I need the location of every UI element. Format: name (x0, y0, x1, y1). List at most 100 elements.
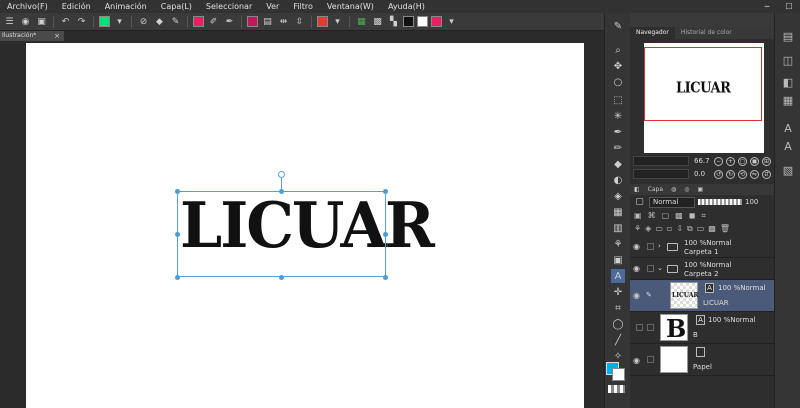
eraser-icon[interactable]: ◆ (611, 157, 625, 171)
zoom-slider[interactable] (633, 156, 689, 166)
new-vector-layer-icon[interactable]: ◈ (645, 224, 651, 233)
mirror-icon[interactable]: ⇳ (293, 15, 306, 28)
fill-icon[interactable]: ◈ (611, 189, 625, 203)
handle-top-mid[interactable] (279, 189, 284, 194)
copy-icon[interactable]: ▭ (697, 224, 705, 233)
tab-ilustracion[interactable]: Ilustración* × (0, 31, 64, 41)
pen-tool-icon[interactable]: ✎ (611, 19, 625, 33)
grid-icon[interactable]: ▦ (611, 205, 625, 219)
eyedropper-icon[interactable]: ✒ (611, 125, 625, 139)
lock-toggle[interactable] (636, 324, 643, 331)
layer-color-icon[interactable]: ▢ (633, 196, 646, 209)
merge-icon[interactable]: ⇩ (676, 224, 683, 233)
magic-wand-icon[interactable]: ✳ (611, 109, 625, 123)
menu-seleccionar[interactable]: Seleccionar (199, 0, 259, 13)
transparent-color-swatch[interactable] (608, 385, 625, 393)
opacity-slider[interactable] (698, 199, 742, 205)
eye-icon[interactable]: ◉ (633, 242, 640, 251)
rotation-slider[interactable] (633, 169, 689, 179)
layer-row-carpeta-1[interactable]: ◉ › 100 %Normal Carpeta 1 (630, 236, 774, 258)
color-swatch-black[interactable] (403, 16, 414, 27)
lock-toggle[interactable] (647, 243, 654, 250)
redo-icon[interactable]: ↷ (75, 15, 88, 28)
mask-icon[interactable]: ◼ (689, 211, 696, 220)
chevron-down-icon[interactable]: ▾ (113, 15, 126, 28)
handle-mid-right[interactable] (383, 232, 388, 237)
reset-rotation-icon[interactable]: ⟲ (738, 170, 747, 179)
pen-icon[interactable]: ✒ (223, 15, 236, 28)
fit-icon[interactable]: ◻ (738, 157, 747, 166)
app-icon[interactable]: ◉ (19, 15, 32, 28)
color-swatch-magenta[interactable] (431, 16, 442, 27)
gallery-icon[interactable]: ▧ (781, 163, 795, 177)
maximize-icon[interactable]: ☐ (778, 2, 800, 11)
tab-capa[interactable]: Capa (644, 186, 667, 193)
layer-color-icon[interactable] (247, 16, 258, 27)
menu-filtro[interactable]: Filtro (286, 0, 320, 13)
eye-icon[interactable]: ◉ (633, 264, 640, 273)
zoom-icon[interactable]: ⌕ (611, 43, 625, 57)
color-swatch-green[interactable] (99, 16, 110, 27)
text-style-icon[interactable]: A (781, 121, 795, 135)
layer-tab-icon[interactable]: ◧ (630, 186, 644, 193)
clear-icon[interactable]: ⊘ (137, 15, 150, 28)
menu-ayuda[interactable]: Ayuda(H) (381, 0, 432, 13)
hamburger-icon[interactable]: ☰ (3, 15, 16, 28)
search-layer-icon[interactable]: ◎ (680, 186, 693, 193)
layer-row-carpeta-2[interactable]: ◉ ⌄ 100 %Normal Carpeta 2 (630, 258, 774, 280)
circle-icon[interactable]: ○ (611, 75, 625, 89)
clip-icon[interactable]: ▣ (634, 211, 642, 220)
eye-icon[interactable]: ◉ (633, 356, 640, 365)
new-layer-icon[interactable]: ▫ (667, 224, 672, 233)
ruler-icon[interactable]: ⌗ (611, 301, 625, 315)
gradient-icon[interactable]: ▣ (611, 253, 625, 267)
chevron-down-icon[interactable]: ▾ (445, 15, 458, 28)
lock-toggle[interactable] (647, 356, 654, 363)
menu-edicion[interactable]: Edición (55, 0, 98, 13)
menu-archivo[interactable]: Archivo(F) (0, 0, 55, 13)
close-icon[interactable]: × (54, 31, 60, 41)
handle-bottom-mid[interactable] (279, 275, 284, 280)
lock-icon[interactable]: ▢ (662, 211, 670, 220)
marquee-icon[interactable]: ⬚ (611, 93, 625, 107)
sub-color-swatch[interactable] (612, 368, 625, 381)
mask-add-icon[interactable]: ▩ (708, 224, 716, 233)
figure-icon[interactable]: ▥ (611, 221, 625, 235)
handle-bottom-left[interactable] (175, 275, 180, 280)
menu-animacion[interactable]: Animación (98, 0, 154, 13)
flip-v-icon[interactable]: ⇵ (762, 170, 771, 179)
handle-mid-left[interactable] (175, 232, 180, 237)
handle-top-right[interactable] (383, 189, 388, 194)
line-icon[interactable]: ╱ (611, 333, 625, 347)
balloon-icon[interactable]: ◯ (611, 317, 625, 331)
file-icon[interactable]: ▣ (35, 15, 48, 28)
color-swatch-red[interactable] (317, 16, 328, 27)
correction-icon[interactable]: ✧ (611, 349, 625, 363)
green-layer-icon[interactable]: ▦ (355, 15, 368, 28)
material-icon[interactable]: ◫ (781, 53, 795, 67)
chevron-down-icon[interactable]: ⌄ (657, 264, 663, 272)
blend-mode-select[interactable]: Normal (649, 196, 695, 208)
rotate-handle[interactable] (278, 171, 285, 178)
decoration-icon[interactable]: ⚘ (611, 237, 625, 251)
menu-ventana[interactable]: Ventana(W) (320, 0, 381, 13)
reset-zoom-icon[interactable]: ◼ (750, 157, 759, 166)
operation-icon[interactable]: ✛ (611, 285, 625, 299)
new-raster-layer-icon[interactable]: ⚘ (634, 224, 641, 233)
stack-icon[interactable]: ▦ (781, 93, 795, 107)
layer-row-licuar[interactable]: ◉ ✎ LICUAR A 100 %Normal LICUAR (630, 280, 774, 312)
checker-icon[interactable]: ▚ (387, 15, 400, 28)
eraser-icon[interactable]: ◆ (153, 15, 166, 28)
panel-icon[interactable]: ▤ (781, 29, 795, 43)
blend-icon[interactable]: ◐ (611, 173, 625, 187)
rotate-left-icon[interactable]: ↺ (714, 170, 723, 179)
fullscreen-icon[interactable]: ⊞ (762, 157, 771, 166)
text-tool-icon[interactable]: A (611, 269, 625, 283)
ruler-layer-icon[interactable]: ⌗ (701, 211, 706, 221)
new-folder-icon[interactable]: ▭ (655, 224, 663, 233)
rotate-right-icon[interactable]: ↻ (726, 170, 735, 179)
color-swatch-pink[interactable] (193, 16, 204, 27)
save-icon[interactable]: ▩ (371, 15, 384, 28)
menu-ver[interactable]: Ver (259, 0, 286, 13)
layer-row-papel[interactable]: ◉ Papel (630, 344, 774, 376)
